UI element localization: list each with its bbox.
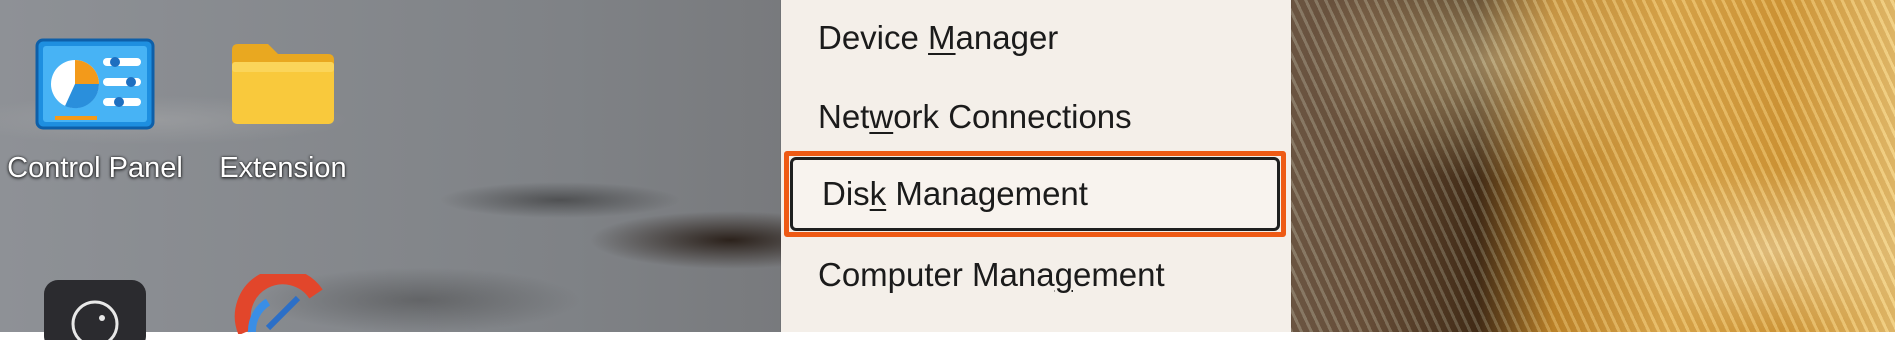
menu-item-network-connections[interactable]: Network Connections [781, 81, 1291, 153]
desktop-icon-extension[interactable]: Extension [188, 0, 378, 190]
context-menu: Device Manager Network Connections Disk … [781, 0, 1291, 332]
menu-item-text: ement [1072, 256, 1165, 293]
desktop-icon-control-panel[interactable]: Control Panel [0, 0, 190, 190]
menu-item-text: Management [886, 175, 1088, 212]
access-key: g [1054, 256, 1073, 293]
access-key: k [869, 175, 887, 212]
menu-item-text: anager [955, 19, 1059, 56]
menu-item-disk-management[interactable]: Disk Management [784, 151, 1286, 237]
ccleaner-icon [234, 274, 323, 334]
menu-item-text: Net [818, 98, 870, 135]
wallpaper-lion-fur [1290, 0, 1895, 332]
desktop-icon-app[interactable] [0, 270, 190, 340]
menu-item-text: Dis [822, 175, 870, 212]
menu-item-text: Computer Mana [818, 256, 1055, 293]
menu-item-device-manager[interactable]: Device Manager [781, 2, 1291, 74]
control-panel-icon [35, 38, 155, 130]
menu-item-text: Device [818, 19, 929, 56]
app-icon [44, 280, 146, 340]
desktop-icon-ccleaner[interactable] [188, 270, 378, 334]
menu-item-text: ork Connections [893, 98, 1132, 135]
menu-item-computer-management[interactable]: Computer Management [781, 239, 1291, 311]
desktop-icon-label: Extension [219, 152, 347, 184]
access-key: M [928, 19, 956, 56]
folder-icon [232, 44, 334, 124]
access-key: w [869, 98, 894, 135]
desktop-icon-label: Control Panel [7, 152, 183, 184]
